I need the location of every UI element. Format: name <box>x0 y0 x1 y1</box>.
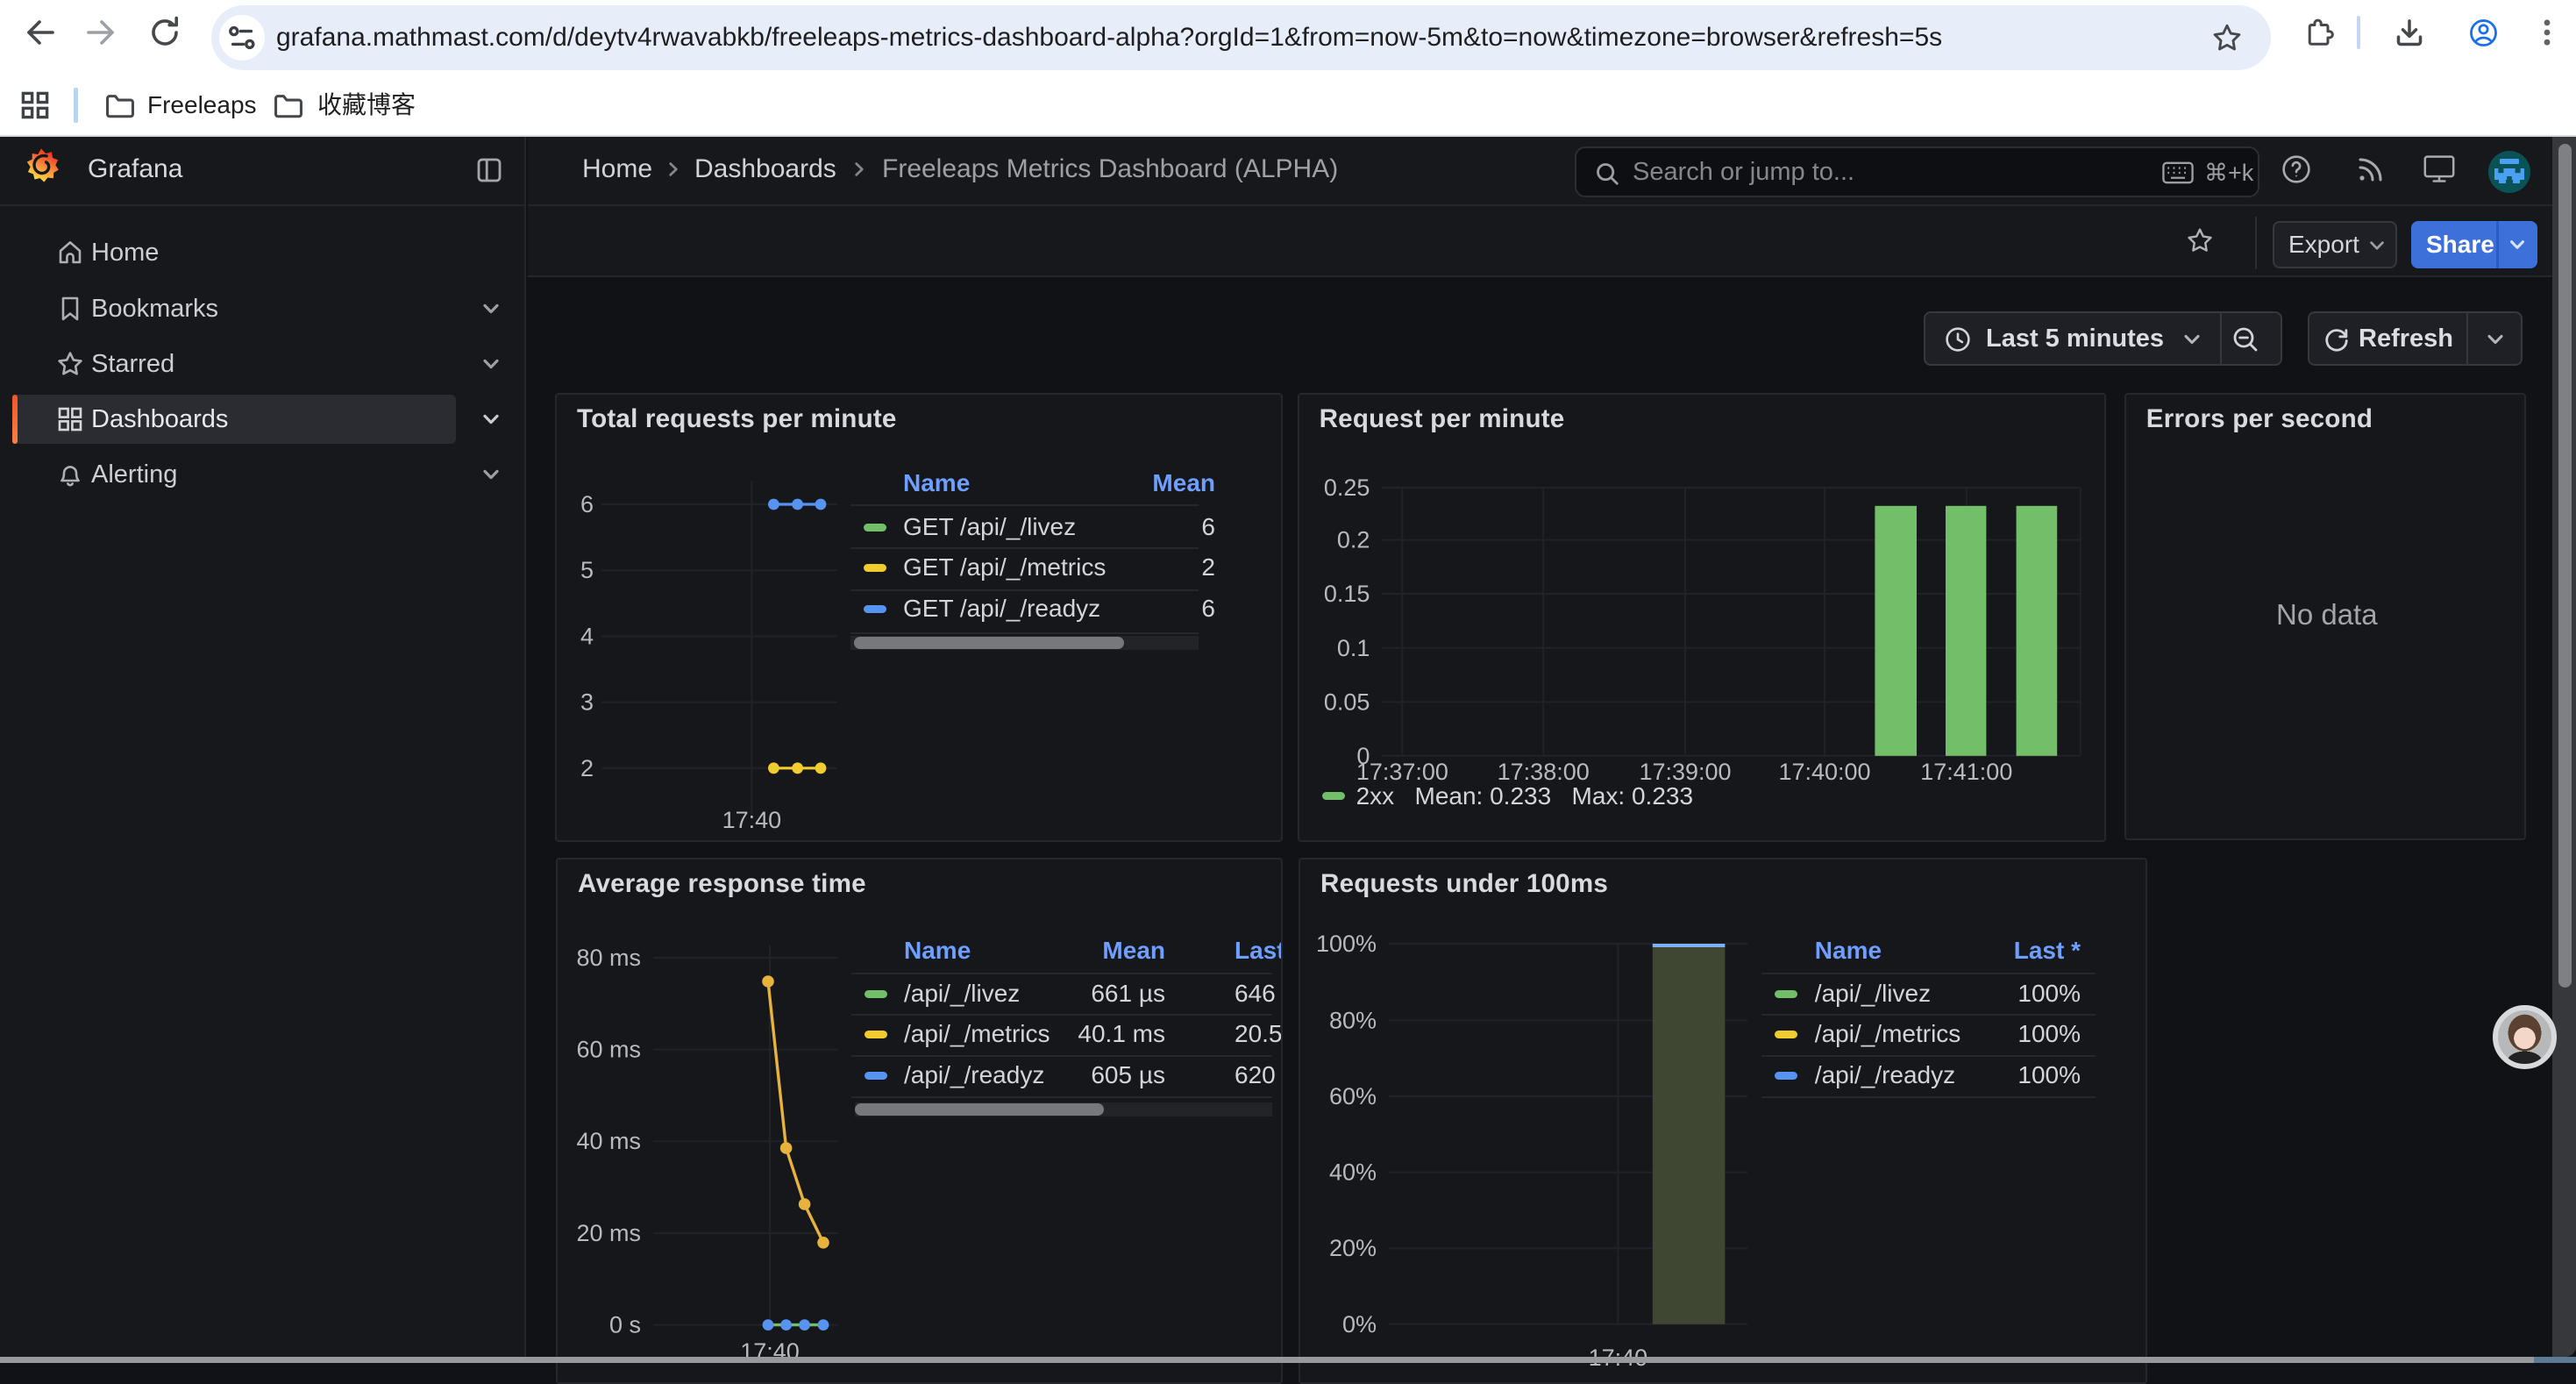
svg-text:4: 4 <box>580 623 594 649</box>
svg-text:60 ms: 60 ms <box>576 1037 641 1063</box>
svg-text:60%: 60% <box>1329 1083 1377 1109</box>
svg-text:80 ms: 80 ms <box>576 945 641 971</box>
svg-text:5: 5 <box>580 557 594 583</box>
svg-text:20%: 20% <box>1329 1235 1377 1261</box>
svg-text:0.05: 0.05 <box>1323 688 1370 715</box>
svg-text:40 ms: 40 ms <box>576 1128 641 1154</box>
svg-text:0.2: 0.2 <box>1336 527 1370 553</box>
svg-text:0 s: 0 s <box>609 1312 641 1338</box>
svg-text:6: 6 <box>580 491 594 517</box>
svg-text:20 ms: 20 ms <box>576 1220 641 1246</box>
svg-text:2: 2 <box>580 755 594 781</box>
svg-text:0.1: 0.1 <box>1336 635 1370 661</box>
svg-text:17:40:00: 17:40:00 <box>1778 759 1870 785</box>
svg-text:80%: 80% <box>1329 1007 1377 1033</box>
svg-text:40%: 40% <box>1329 1159 1377 1186</box>
svg-text:0%: 0% <box>1342 1311 1377 1338</box>
svg-text:0.25: 0.25 <box>1323 474 1370 501</box>
svg-text:100%: 100% <box>1316 931 1377 957</box>
svg-text:0.15: 0.15 <box>1323 581 1370 607</box>
svg-text:17:40: 17:40 <box>722 807 782 833</box>
svg-text:17:41:00: 17:41:00 <box>1920 759 2012 785</box>
svg-text:3: 3 <box>580 689 594 716</box>
